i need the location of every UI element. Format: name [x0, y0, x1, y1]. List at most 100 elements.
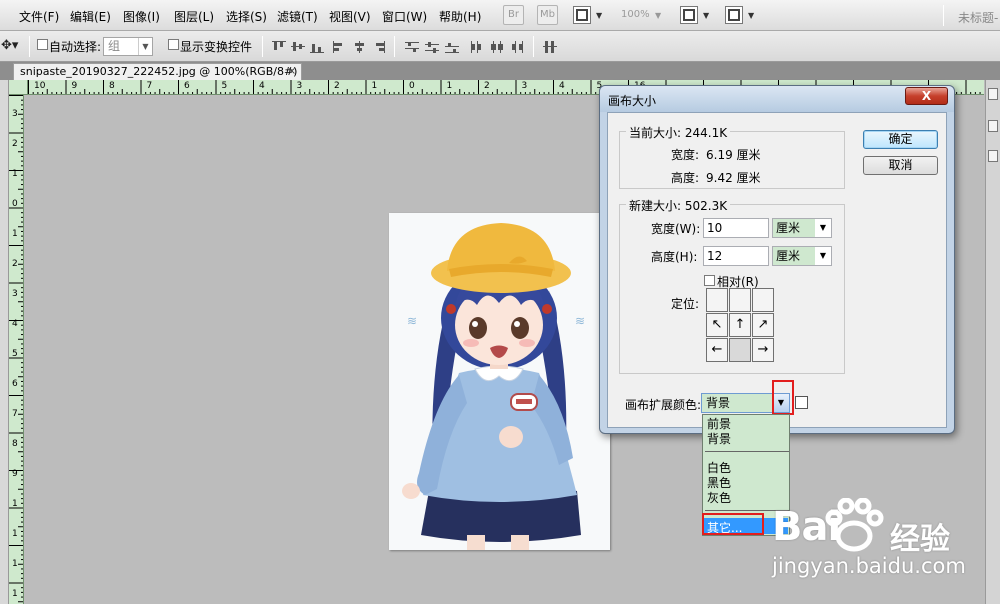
- align-right-icon[interactable]: [372, 41, 386, 53]
- panel-icon[interactable]: [988, 150, 998, 162]
- chevron-down-icon: ▼: [815, 247, 831, 265]
- distribute-top-icon[interactable]: [405, 41, 419, 53]
- ruler-origin[interactable]: [9, 80, 28, 95]
- anchor-top-right[interactable]: [752, 288, 774, 312]
- menu-bar: 文件(F) 编辑(E) 图像(I) 图层(L) 选择(S) 滤镜(T) 视图(V…: [0, 0, 1000, 31]
- extension-color-swatch[interactable]: [795, 396, 808, 409]
- menu-layer[interactable]: 图层(L): [174, 8, 214, 25]
- width-input[interactable]: 10: [703, 218, 769, 238]
- ruler-tick-label: 10: [34, 81, 46, 91]
- auto-select-label: 自动选择:: [49, 40, 102, 54]
- ruler-tick-label: 9: [71, 81, 78, 91]
- anchor-middle-left[interactable]: ↖: [706, 313, 728, 337]
- height-unit-dropdown[interactable]: 厘米 ▼: [772, 246, 832, 266]
- height-unit-value: 厘米: [776, 249, 801, 263]
- dialog-close-button[interactable]: X: [905, 87, 948, 105]
- align-left-icon[interactable]: [333, 41, 347, 53]
- align-hcenter-icon[interactable]: [353, 41, 367, 53]
- new-height-label: 高度(H):: [651, 250, 698, 264]
- relative-checkbox[interactable]: [704, 275, 715, 286]
- menu-help[interactable]: 帮助(H): [439, 8, 481, 25]
- ruler-tick-label: 3: [521, 81, 528, 91]
- close-icon[interactable]: ×: [288, 64, 296, 80]
- document-title: 未标题-: [958, 11, 999, 25]
- ruler-tick-label: 2: [12, 259, 18, 269]
- separator: [943, 5, 944, 26]
- document-tab[interactable]: snipaste_20190327_222452.jpg @ 100%(RGB/…: [13, 63, 302, 80]
- tools-panel-edge[interactable]: [0, 80, 9, 604]
- menu-image[interactable]: 图像(I): [123, 8, 160, 25]
- cancel-button[interactable]: 取消: [863, 156, 938, 175]
- width-unit-dropdown[interactable]: 厘米 ▼: [772, 218, 832, 238]
- ok-button[interactable]: 确定: [863, 130, 938, 149]
- ruler-tick-label: 2: [334, 81, 340, 91]
- zoom-level[interactable]: 100%: [621, 9, 650, 20]
- separator: [394, 36, 395, 57]
- menu-window[interactable]: 窗口(W): [382, 8, 427, 25]
- chevron-down-icon[interactable]: ▼: [703, 11, 709, 20]
- menu-view[interactable]: 视图(V): [329, 8, 371, 25]
- ruler-tick-label: 0: [409, 81, 415, 91]
- align-top-icon[interactable]: [272, 41, 286, 53]
- show-transform-checkbox[interactable]: [168, 39, 179, 50]
- current-width-value: 6.19 厘米: [706, 148, 761, 162]
- highlight-box-other-option: [702, 513, 764, 535]
- separator: [262, 36, 263, 57]
- extension-color-value: 背景: [706, 396, 731, 410]
- move-tool-icon[interactable]: ✥▾: [1, 38, 18, 53]
- ruler-tick-label: 1: [12, 559, 18, 569]
- ruler-tick-label: 6: [184, 81, 190, 91]
- distribute-left-icon[interactable]: [470, 41, 484, 53]
- anchor-bottom-center[interactable]: [729, 338, 751, 362]
- anchor-top-left[interactable]: [706, 288, 728, 312]
- current-size-title: 当前大小: 244.1K: [626, 124, 731, 141]
- distribute-right-icon[interactable]: [510, 41, 524, 53]
- extension-color-label: 画布扩展颜色:: [625, 398, 702, 412]
- color-option-gray[interactable]: 灰色: [707, 489, 731, 506]
- anchor-top-center[interactable]: [729, 288, 751, 312]
- ruler-tick-label: 1: [12, 499, 18, 509]
- distribute-hcenter-icon[interactable]: [490, 41, 504, 53]
- options-bar: ✥▾ 自动选择: 组 ▼ 显示变换控件: [0, 31, 1000, 62]
- ruler-tick-label: 3: [12, 109, 18, 119]
- svg-text:≋: ≋: [575, 314, 585, 328]
- chevron-down-icon[interactable]: ▼: [748, 11, 754, 20]
- menu-select[interactable]: 选择(S): [226, 8, 267, 25]
- menu-filter[interactable]: 滤镜(T): [277, 8, 318, 25]
- dialog-titlebar[interactable]: 画布大小 X: [600, 86, 954, 112]
- anchor-bottom-right[interactable]: →: [752, 338, 774, 362]
- distribute-vcenter-icon[interactable]: [425, 41, 439, 53]
- ruler-tick-label: 6: [12, 379, 18, 389]
- bridge-button[interactable]: Br: [503, 5, 524, 25]
- auto-select-dropdown[interactable]: 组 ▼: [103, 37, 153, 56]
- chevron-down-icon[interactable]: ▼: [596, 11, 602, 20]
- anchor-bottom-left[interactable]: ←: [706, 338, 728, 362]
- auto-align-layers-icon[interactable]: [543, 41, 557, 53]
- ruler-tick-label: 8: [109, 81, 115, 91]
- anchor-middle-right[interactable]: ↗: [752, 313, 774, 337]
- panel-icon[interactable]: [988, 120, 998, 132]
- distribute-bottom-icon[interactable]: [445, 41, 459, 53]
- ruler-tick-label: 3: [12, 289, 18, 299]
- height-input[interactable]: 12: [703, 246, 769, 266]
- ruler-vertical[interactable]: 3 2 1 0 1 2 3 4 5 6 7 8 9 1 1 1 1: [9, 95, 24, 604]
- panel-icon[interactable]: [988, 88, 998, 100]
- list-separator: [705, 451, 789, 452]
- new-size-title: 新建大小: 502.3K: [626, 197, 731, 214]
- chevron-down-icon[interactable]: ▼: [655, 11, 661, 20]
- arrange-documents-icon[interactable]: [680, 6, 698, 24]
- screen-mode-icon[interactable]: [573, 6, 591, 24]
- align-vcenter-icon[interactable]: [291, 41, 305, 53]
- width-unit-value: 厘米: [776, 221, 801, 235]
- ruler-tick-label: 1: [12, 229, 18, 239]
- menu-file[interactable]: 文件(F): [19, 8, 59, 25]
- document-image[interactable]: ≋ ≋: [389, 213, 610, 550]
- mini-bridge-button[interactable]: Mb: [537, 5, 558, 25]
- menu-edit[interactable]: 编辑(E): [70, 8, 111, 25]
- anchor-middle-center[interactable]: ↑: [729, 313, 751, 337]
- auto-select-checkbox[interactable]: [37, 39, 48, 50]
- ruler-tick-label: 4: [12, 319, 18, 329]
- screen-mode-toggle-icon[interactable]: [725, 6, 743, 24]
- align-bottom-icon[interactable]: [310, 41, 324, 53]
- color-option-background[interactable]: 背景: [707, 430, 731, 447]
